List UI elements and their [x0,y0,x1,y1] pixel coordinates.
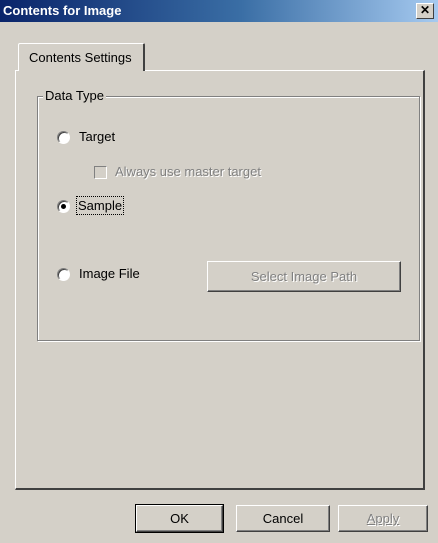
always-master-checkbox[interactable] [94,166,107,179]
image-file-radio[interactable] [57,268,70,281]
title-bar[interactable]: Contents for Image ✕ [0,0,438,22]
window-title: Contents for Image [3,3,122,18]
cancel-button-label: Cancel [262,511,304,526]
data-type-legend: Data Type [43,88,107,103]
radio-dot [61,204,66,209]
close-icon: ✕ [419,3,431,17]
tab-contents-settings[interactable]: Contents Settings [18,43,145,71]
tab-label: Contents Settings [29,50,132,65]
sample-radio[interactable] [57,200,70,213]
ok-button[interactable]: OK [135,504,224,533]
select-image-path-label: Select Image Path [250,269,358,284]
always-master-label: Always use master target [115,164,261,179]
close-button[interactable]: ✕ [416,3,434,19]
image-file-label[interactable]: Image File [79,266,140,281]
ok-button-label: OK [170,511,189,526]
target-radio[interactable] [57,131,70,144]
apply-button[interactable]: Apply [338,505,428,532]
apply-button-label: Apply [366,511,400,526]
select-image-path-button[interactable]: Select Image Path [207,261,401,292]
sample-label[interactable]: Sample [75,196,125,215]
target-label[interactable]: Target [79,129,115,144]
cancel-button[interactable]: Cancel [236,505,330,532]
